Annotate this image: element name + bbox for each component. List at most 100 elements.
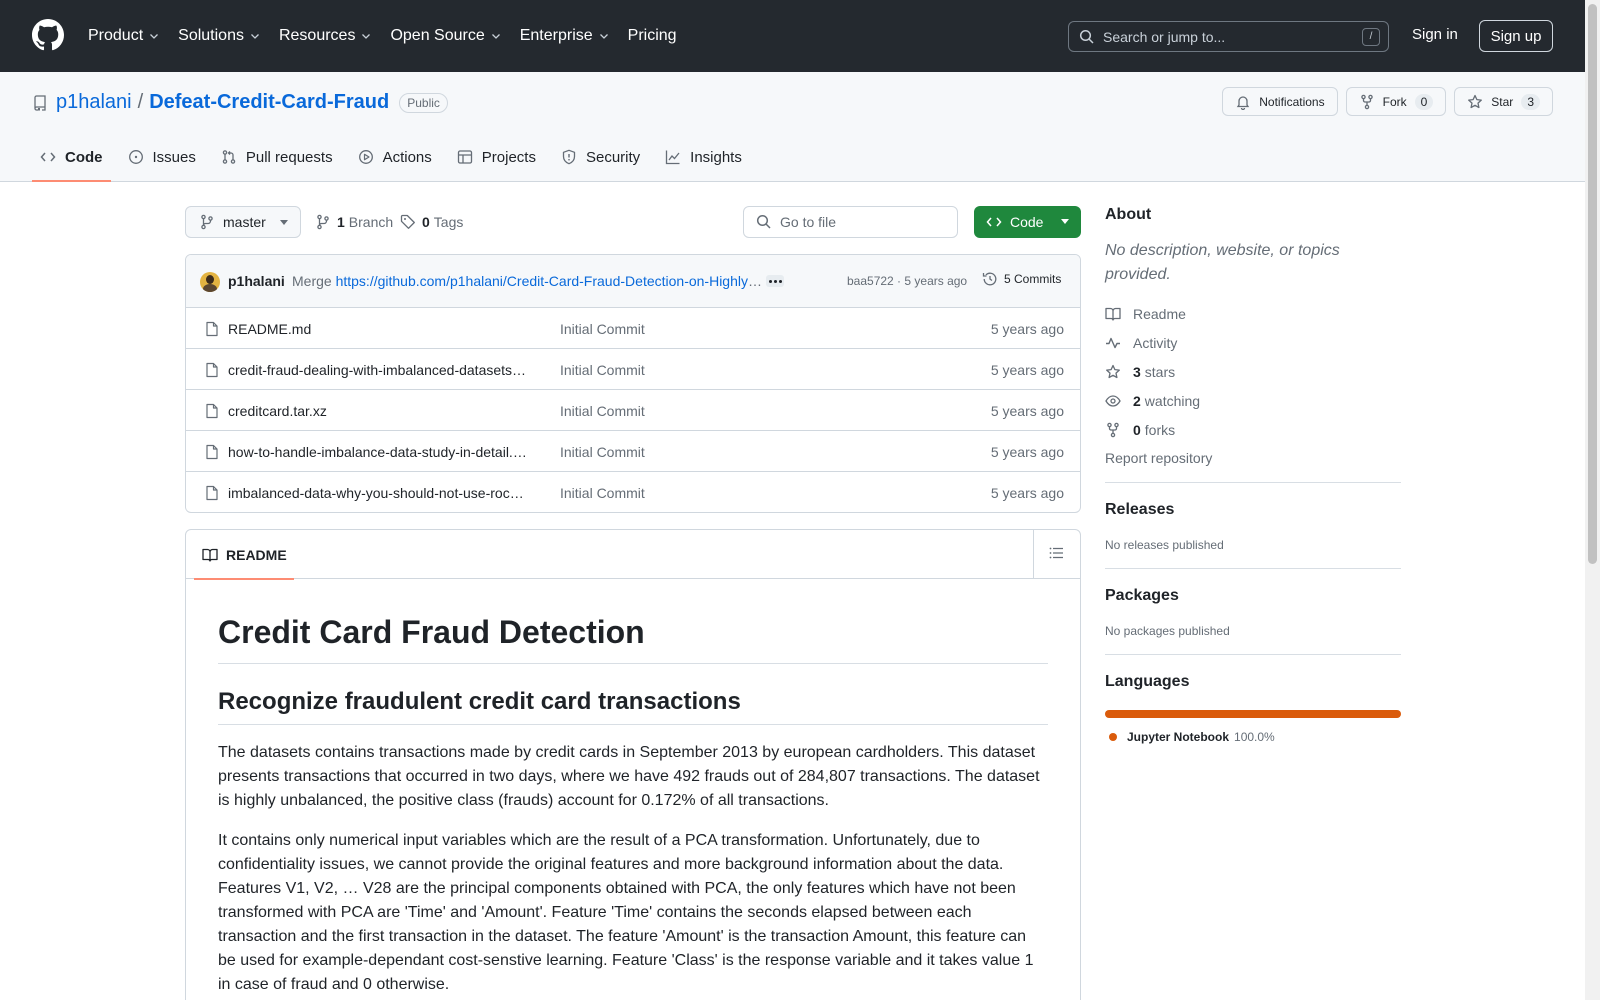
stars-label: stars [1144, 363, 1176, 380]
file-row[interactable]: how-to-handle-imbalance-data-study-in-de… [186, 431, 1080, 472]
packages-heading[interactable]: Packages [1105, 587, 1401, 605]
file-icon [206, 362, 218, 378]
expand-commit-message-button[interactable] [766, 275, 784, 287]
latest-commit-bar: p1halani Merge https://github.com/p1hala… [186, 255, 1080, 308]
divider [1033, 530, 1034, 578]
file-commit-message[interactable]: Initial Commit [560, 444, 645, 460]
file-commit-message[interactable]: Initial Commit [560, 403, 645, 419]
star-icon [1468, 94, 1483, 108]
file-icon [206, 485, 218, 501]
nav-enterprise-label: Enterprise [519, 27, 593, 44]
sign-in-link[interactable]: Sign in [1412, 26, 1458, 43]
tag-icon [400, 214, 415, 229]
notifications-button[interactable]: Notifications [1222, 87, 1338, 116]
nav-pricing[interactable]: Pricing [628, 27, 677, 45]
file-list: p1halani Merge https://github.com/p1hala… [185, 254, 1081, 513]
watching-link[interactable]: 2 watching [1105, 386, 1401, 415]
branch-label: Branch [348, 214, 394, 230]
file-row[interactable]: README.md Initial Commit 5 years ago [186, 308, 1080, 349]
tab-security-label: Security [585, 148, 641, 166]
language-name: Jupyter Notebook [1127, 730, 1230, 744]
tab-code-label: Code [65, 148, 103, 166]
global-search-input[interactable]: Search or jump to... / [1068, 21, 1389, 52]
repo-title: p1halani / Defeat-Credit-Card-Fraud Publ… [32, 91, 448, 114]
report-repository-link[interactable]: Report repository [1105, 450, 1401, 466]
file-row[interactable]: creditcard.tar.xz Initial Commit 5 years… [186, 390, 1080, 431]
file-commit-message[interactable]: Initial Commit [560, 362, 645, 378]
book-icon [1105, 307, 1121, 321]
github-logo-icon[interactable] [32, 19, 64, 51]
releases-heading[interactable]: Releases [1105, 501, 1401, 519]
tab-issues[interactable]: Issues [120, 133, 204, 181]
file-icon [206, 444, 218, 460]
search-shortcut-key: / [1362, 28, 1380, 46]
activity-link[interactable]: Activity [1105, 328, 1401, 357]
file-row[interactable]: credit-fraud-dealing-with-imbalanced-dat… [186, 349, 1080, 390]
readme-link[interactable]: Readme [1105, 299, 1401, 328]
commit-message: Merge https://github.com/p1halani/Credit… [292, 273, 762, 289]
book-icon [202, 548, 218, 562]
fork-icon [1107, 422, 1119, 437]
fork-button[interactable]: Fork 0 [1345, 87, 1447, 116]
language-color-dot [1109, 733, 1117, 741]
outline-toc-button[interactable] [1048, 545, 1064, 561]
readme-paragraph: It contains only numerical input variabl… [218, 832, 1034, 993]
star-label: Star [1491, 94, 1514, 109]
branches-link[interactable]: 1 Branch [315, 214, 393, 230]
file-name-link[interactable]: how-to-handle-imbalance-data-study-in-de… [228, 444, 528, 460]
nav-open-source-label: Open Source [390, 27, 485, 44]
go-to-file-placeholder: Go to file [780, 214, 837, 230]
file-name-link[interactable]: creditcard.tar.xz [228, 403, 528, 419]
chevron-down-icon [150, 34, 159, 39]
star-button[interactable]: Star 3 [1454, 87, 1553, 116]
table-icon [457, 150, 472, 164]
nav-resources[interactable]: Resources [279, 27, 372, 45]
nav-open-source[interactable]: Open Source [390, 27, 501, 45]
repo-tabs: Code Issues Pull requests Actions Projec… [32, 133, 759, 182]
tags-link[interactable]: 0 Tags [400, 214, 463, 230]
file-age: 5 years ago [990, 403, 1064, 419]
caret-down-icon [279, 219, 288, 225]
tab-insights[interactable]: Insights [657, 133, 750, 181]
file-commit-message[interactable]: Initial Commit [560, 485, 645, 501]
tab-code[interactable]: Code [32, 133, 111, 182]
branch-icon [201, 214, 213, 230]
commit-sha-time[interactable]: baa5722 · 5 years ago [847, 274, 967, 288]
tab-actions[interactable]: Actions [350, 133, 440, 181]
language-item[interactable]: Jupyter Notebook 100.0% [1105, 730, 1401, 744]
commit-author-link[interactable]: p1halani [228, 273, 285, 289]
page-scrollbar[interactable] [1585, 0, 1600, 1000]
branch-selector-button[interactable]: master [185, 206, 301, 238]
code-dropdown-button[interactable]: Code [974, 206, 1081, 238]
forks-link[interactable]: 0 forks [1105, 415, 1401, 444]
commits-link[interactable]: 5 Commits [982, 271, 1061, 287]
tab-projects[interactable]: Projects [449, 133, 544, 181]
repo-name-link[interactable]: Defeat-Credit-Card-Fraud [149, 91, 389, 114]
avatar[interactable] [200, 272, 220, 292]
global-header: Product Solutions Resources Open Source … [0, 0, 1585, 72]
go-to-file-input[interactable]: Go to file [743, 206, 958, 238]
file-name-link[interactable]: imbalanced-data-why-you-should-not-use-r… [228, 485, 528, 501]
nav-enterprise[interactable]: Enterprise [520, 27, 610, 45]
file-name-link[interactable]: README.md [228, 321, 528, 337]
stars-link[interactable]: 3 stars [1105, 357, 1401, 386]
eye-icon [1105, 394, 1121, 407]
tag-label: Tags [433, 214, 464, 230]
readme-link-label: Readme [1133, 305, 1186, 322]
repo-actions: Notifications Fork 0 Star 3 [1214, 87, 1553, 116]
tab-pull-requests[interactable]: Pull requests [213, 133, 341, 181]
readme-tab[interactable]: README [194, 530, 294, 580]
tab-security[interactable]: Security [553, 133, 648, 181]
file-row[interactable]: imbalanced-data-why-you-should-not-use-r… [186, 472, 1080, 512]
commit-message-link[interactable]: https://github.com/p1halani/Credit-Card-… [336, 273, 762, 289]
repo-owner-link[interactable]: p1halani [56, 91, 132, 114]
file-name-link[interactable]: credit-fraud-dealing-with-imbalanced-dat… [228, 362, 528, 378]
global-nav: Product Solutions Resources Open Source … [88, 0, 695, 72]
scrollbar-thumb[interactable] [1588, 4, 1597, 564]
file-commit-message[interactable]: Initial Commit [560, 321, 645, 337]
sign-up-button[interactable]: Sign up [1479, 20, 1553, 52]
nav-solutions[interactable]: Solutions [178, 27, 261, 45]
repo-header: p1halani / Defeat-Credit-Card-Fraud Publ… [0, 72, 1585, 182]
nav-product[interactable]: Product [88, 27, 160, 45]
watching-label: watching [1144, 392, 1201, 409]
